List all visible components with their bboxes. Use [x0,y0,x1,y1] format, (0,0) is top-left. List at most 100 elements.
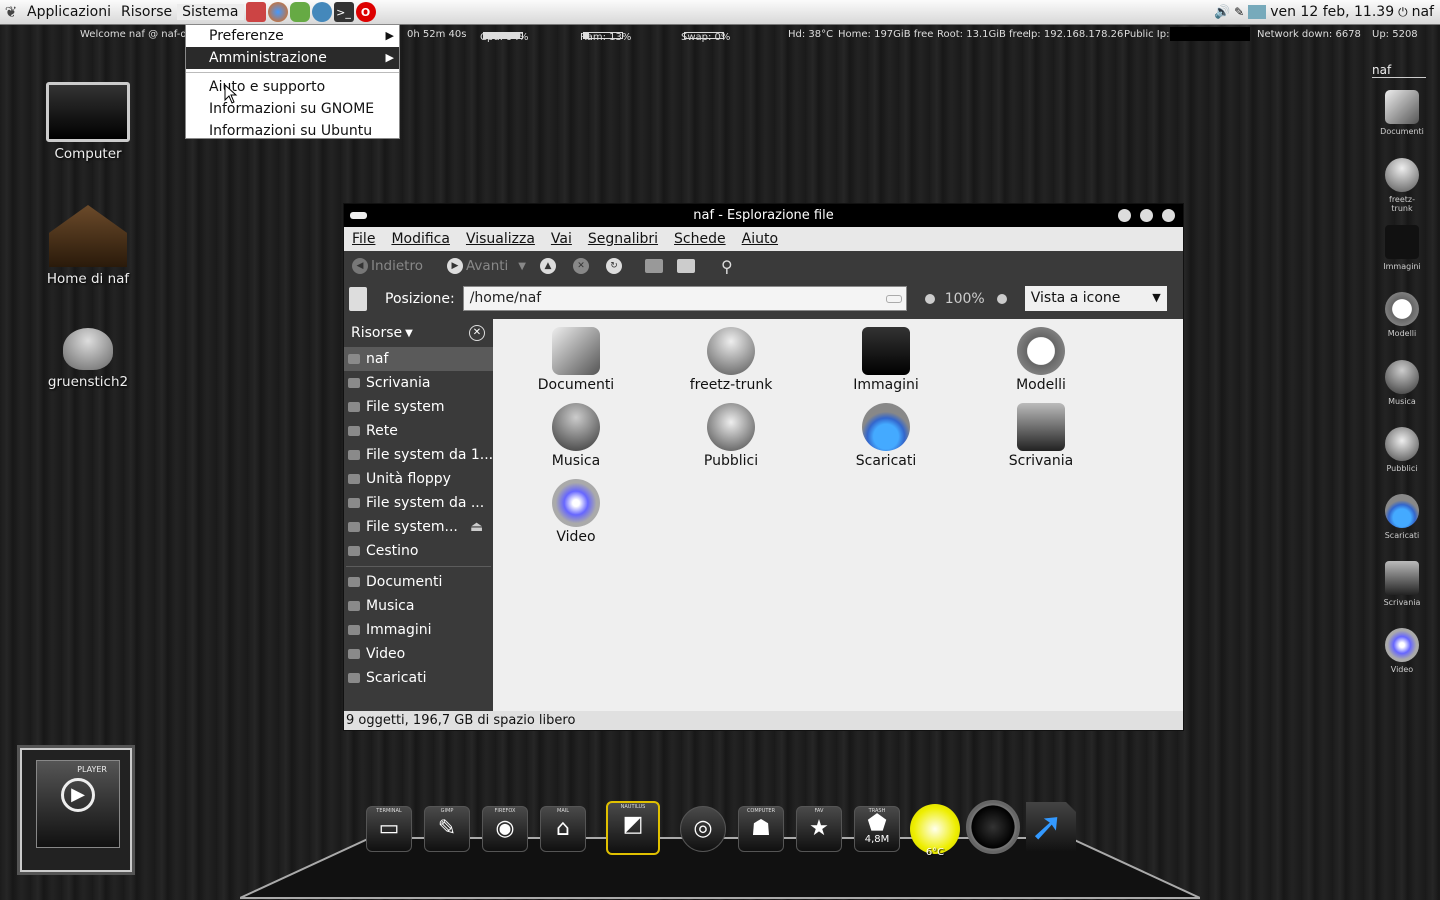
ubuntu-foot-icon[interactable]: ❦ [0,3,22,21]
sidebar-bookmark-musica[interactable]: Musica [344,594,493,618]
search-button[interactable]: ⚲ [721,257,733,276]
menu-segnalibri[interactable]: Segnalibri [580,231,666,247]
play-icon[interactable]: ▶ [61,778,95,812]
clear-icon[interactable] [885,295,902,303]
file-freetz-trunk[interactable]: freetz-trunk [661,327,801,393]
menu-item-info-ubuntu[interactable]: Informazioni su Ubuntu [186,120,399,142]
menu-sistema[interactable]: Sistema [177,4,244,20]
dock-gimp[interactable]: GIMP ✎ [424,806,470,852]
sidebar-item-filesystem-2[interactable]: File system da ... [344,491,493,515]
sidebar-bookmark-documenti[interactable]: Documenti [344,570,493,594]
menu-modifica[interactable]: Modifica [383,231,458,247]
window-menu-button[interactable] [350,212,367,219]
zoom-in-icon[interactable] [996,293,1007,304]
right-item-musica[interactable]: Musica [1380,360,1424,406]
right-item-immagini[interactable]: Immagini [1380,225,1424,271]
player-widget[interactable]: PLAYER ▶ [20,748,132,872]
clock[interactable]: ven 12 feb, 11.39 [1270,4,1394,20]
right-item-scrivania[interactable]: Scrivania [1380,561,1424,607]
sidebar-item-filesystem[interactable]: File system [344,395,493,419]
eject-icon[interactable]: ⏏ [470,515,483,539]
dock-firefox[interactable]: FIREFOX ◉ [482,806,528,852]
file-video[interactable]: Video [506,479,646,545]
menu-item-preferenze[interactable]: Preferenze ▶ [186,25,399,47]
forward-button[interactable]: ▶ Avanti ▼ [446,258,526,274]
user-menu[interactable]: naf [1412,4,1434,20]
menu-aiuto[interactable]: Aiuto [734,231,786,247]
maximize-button[interactable] [1140,209,1153,222]
home-launcher-icon[interactable] [245,2,266,22]
notes-icon[interactable]: ✎ [1234,5,1244,19]
zoom-out-icon[interactable] [924,293,935,304]
sidebar-item-filesystem-3[interactable]: File system... ⏏ [344,515,493,539]
window-titlebar[interactable]: naf - Esplorazione file [344,204,1183,227]
network-icon[interactable] [289,2,310,22]
sidebar-bookmark-video[interactable]: Video [344,642,493,666]
terminal-icon[interactable]: >_ [333,2,354,22]
file-scrivania[interactable]: Scrivania [971,403,1111,469]
location-input[interactable]: /home/naf [462,286,907,311]
clock-widget-icon[interactable] [966,800,1020,854]
stop-button[interactable]: ✕ [573,258,592,274]
sidebar-header[interactable]: Risorse ▼ ✕ [344,319,493,347]
file-modelli[interactable]: Modelli [971,327,1111,393]
sidebar-item-scrivania[interactable]: Scrivania [344,371,493,395]
menu-item-amministrazione[interactable]: Amministrazione ▶ [186,47,399,69]
right-item-pubblici[interactable]: Pubblici [1380,427,1424,473]
sidebar-item-rete[interactable]: Rete [344,419,493,443]
desktop-icon-gruenstich[interactable]: gruenstich2 [33,328,143,390]
back-button[interactable]: ◀ Indietro [352,258,423,274]
browser-icon[interactable] [311,2,332,22]
status-bar: 9 oggetti, 196,7 GB di spazio libero [344,711,1183,730]
opera-icon[interactable]: O [355,2,376,22]
view-select[interactable]: Vista a icone ▼ [1024,286,1167,311]
desktop-icon-home[interactable]: Home di naf [33,205,143,287]
sidebar-item-cestino[interactable]: Cestino [344,539,493,563]
dock-disc[interactable]: ◎ [680,806,726,852]
close-sidebar-icon[interactable]: ✕ [469,325,485,341]
power-icon[interactable]: ⏻ [1398,5,1408,20]
sidebar-bookmark-immagini[interactable]: Immagini [344,618,493,642]
desktop-icon-computer[interactable]: Computer [33,82,143,162]
file-musica[interactable]: Musica [506,403,646,469]
firefox-icon[interactable] [267,2,288,22]
menu-visualizza[interactable]: Visualizza [458,231,543,247]
menu-file[interactable]: File [344,231,383,247]
mail-notify-icon[interactable] [1248,5,1267,19]
menu-vai[interactable]: Vai [543,231,580,247]
right-item-documenti[interactable]: Documenti [1380,90,1424,136]
menu-schede[interactable]: Schede [666,231,734,247]
up-button[interactable]: ▲ [540,258,559,274]
dock-computer[interactable]: COMPUTER ☗ [738,806,784,852]
menu-item-aiuto[interactable]: Aiuto e supporto [186,76,399,98]
dock-nautilus[interactable]: NAUTILUS ◩ [606,801,660,855]
reload-button[interactable]: ↻ [606,258,625,274]
right-item-video[interactable]: Video [1380,628,1424,674]
sidebar-item-naf[interactable]: naf [344,347,493,371]
dock-mail[interactable]: MAIL ⌂ [540,806,586,852]
volume-icon[interactable]: 🔊 [1214,5,1230,20]
menu-item-info-gnome[interactable]: Informazioni su GNOME [186,98,399,120]
sidebar-bookmark-scaricati[interactable]: Scaricati [344,666,493,690]
right-item-scaricati[interactable]: Scaricati [1380,494,1424,540]
dock-terminal[interactable]: TERMINAL ▭ [366,806,412,852]
sidebar-item-floppy[interactable]: Unità floppy [344,467,493,491]
file-immagini[interactable]: Immagini [816,327,956,393]
home-button[interactable] [645,259,663,273]
menu-risorse[interactable]: Risorse [116,4,177,20]
sidebar-item-filesystem-1[interactable]: File system da 1... [344,443,493,467]
pointer-dock-icon[interactable]: ➚ [1026,802,1076,852]
dock-fav[interactable]: FAV ★ [796,806,842,852]
file-documenti[interactable]: Documenti [506,327,646,393]
right-item-freetz[interactable]: freetz-trunk [1380,158,1424,213]
file-pubblici[interactable]: Pubblici [661,403,801,469]
menu-applicazioni[interactable]: Applicazioni [22,4,116,20]
file-scaricati[interactable]: Scaricati [816,403,956,469]
minimize-button[interactable] [1118,209,1131,222]
close-button[interactable] [1162,209,1175,222]
edit-location-icon[interactable] [349,286,367,311]
right-item-modelli[interactable]: Modelli [1380,292,1424,338]
computer-button[interactable] [677,259,695,273]
weather-widget[interactable]: 6°C [910,804,960,858]
dock-trash[interactable]: TRASH ⬟ 4,8M [854,806,900,852]
